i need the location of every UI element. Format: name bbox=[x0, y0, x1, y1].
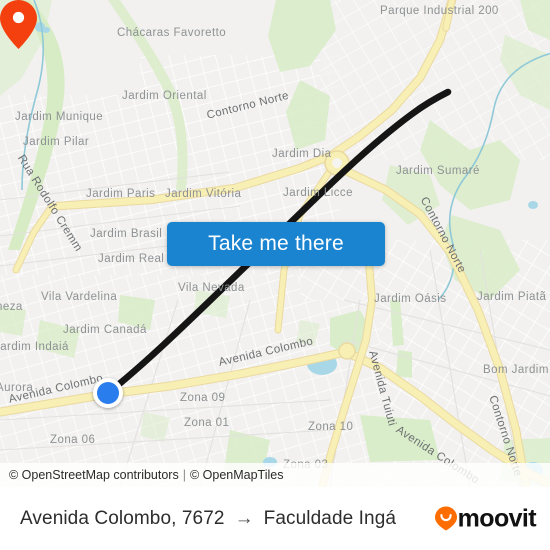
attribution-separator: | bbox=[182, 468, 186, 482]
moovit-logo[interactable]: moovit bbox=[434, 504, 537, 533]
origin-dot-fill bbox=[97, 382, 119, 404]
arrow-right-icon: → bbox=[234, 507, 254, 529]
trip-summary: Avenida Colombo, 7672 → Faculdade Ingá bbox=[20, 508, 396, 530]
attribution-osm[interactable]: © OpenStreetMap contributors bbox=[9, 468, 179, 482]
moovit-pin-icon bbox=[434, 506, 457, 531]
origin-marker[interactable] bbox=[93, 378, 123, 408]
moovit-map-screen: .park{fill:#d7ecc5;} .water{fill:#a8d8e8… bbox=[0, 0, 550, 550]
attribution-openmaptiles[interactable]: © OpenMapTiles bbox=[190, 468, 284, 482]
trip-origin-label: Avenida Colombo, 7672 bbox=[20, 507, 225, 529]
map-attribution: © OpenStreetMap contributors | © OpenMap… bbox=[0, 463, 550, 487]
take-me-there-button[interactable]: Take me there bbox=[167, 222, 385, 266]
map-canvas[interactable]: .park{fill:#d7ecc5;} .water{fill:#a8d8e8… bbox=[0, 0, 550, 487]
destination-pin-icon[interactable] bbox=[0, 0, 37, 49]
trip-destination-label: Faculdade Ingá bbox=[263, 507, 397, 529]
moovit-wordmark: moovit bbox=[457, 504, 537, 532]
footer-bar: Avenida Colombo, 7672 → Faculdade Ingá m… bbox=[0, 487, 550, 550]
